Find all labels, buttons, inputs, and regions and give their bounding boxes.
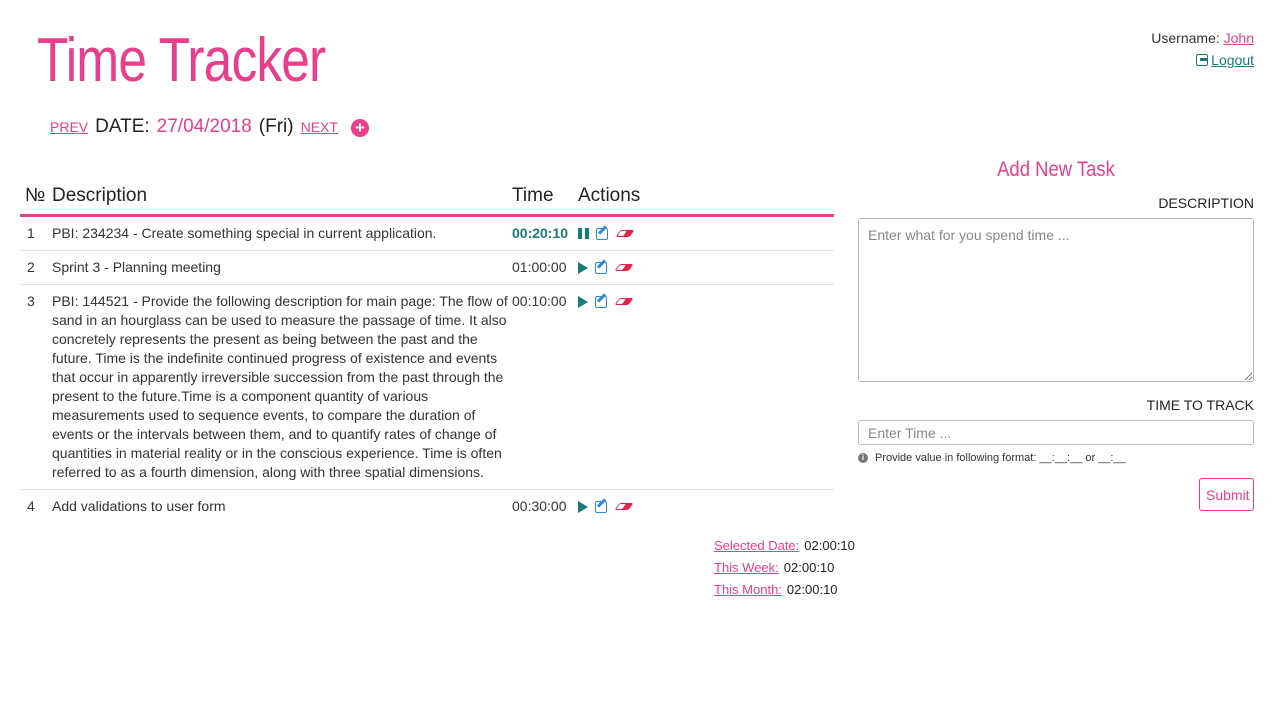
eraser-icon[interactable] xyxy=(614,298,634,305)
table-header: № Description Time Actions xyxy=(20,178,834,217)
this-week-link[interactable]: This Week: xyxy=(714,560,779,575)
task-time: 01:00:00 xyxy=(512,259,567,275)
username-label: Username: xyxy=(1151,30,1220,46)
total-this-month: This Month: 02:00:10 xyxy=(714,579,855,601)
total-this-week: This Week: 02:00:10 xyxy=(714,557,855,579)
time-input[interactable] xyxy=(858,420,1254,445)
total-selected-date: Selected Date: 02:00:10 xyxy=(714,535,855,557)
submit-button[interactable]: Submit xyxy=(1199,478,1254,511)
task-description: PBI: 234234 - Create something special i… xyxy=(52,225,437,241)
description-label: DESCRIPTION xyxy=(1158,195,1254,211)
play-icon[interactable] xyxy=(578,295,588,308)
column-header-description: Description xyxy=(52,185,148,206)
play-icon[interactable] xyxy=(578,500,588,513)
task-actions xyxy=(578,292,834,311)
date-label: DATE: xyxy=(95,116,150,137)
format-hint-text: Provide value in following format: __:__… xyxy=(875,452,1126,464)
task-table: № Description Time Actions 1 PBI: 234234… xyxy=(20,178,834,523)
logout-link[interactable]: Logout xyxy=(1211,52,1254,68)
eraser-icon[interactable] xyxy=(615,230,635,237)
edit-icon[interactable] xyxy=(595,295,607,308)
table-row: 3 PBI: 144521 - Provide the following de… xyxy=(20,285,834,490)
task-time: 00:20:10 xyxy=(512,225,569,241)
row-number: 2 xyxy=(27,259,35,275)
app-title: Time Tracker xyxy=(37,26,326,95)
format-hint: i Provide value in following format: __:… xyxy=(858,452,1126,464)
row-number: 4 xyxy=(27,498,35,514)
column-header-actions: Actions xyxy=(578,185,641,206)
task-description: PBI: 144521 - Provide the following desc… xyxy=(52,293,508,480)
eraser-icon[interactable] xyxy=(614,264,634,271)
task-actions xyxy=(578,224,834,243)
time-to-track-label: TIME TO TRACK xyxy=(1146,397,1254,413)
this-month-total: 02:00:10 xyxy=(786,582,838,597)
logout-line: Logout xyxy=(1151,49,1254,71)
table-row: 2 Sprint 3 - Planning meeting 01:00:00 xyxy=(20,251,834,285)
task-time: 00:30:00 xyxy=(512,498,567,514)
username-link[interactable]: John xyxy=(1224,30,1254,46)
logout-icon[interactable] xyxy=(1196,54,1209,66)
column-header-number: № xyxy=(25,185,46,206)
description-input[interactable] xyxy=(858,218,1254,382)
this-week-total: 02:00:10 xyxy=(783,560,835,575)
column-header-time: Time xyxy=(512,185,554,206)
eraser-icon[interactable] xyxy=(614,503,634,510)
info-icon: i xyxy=(858,453,868,463)
selected-date-link[interactable]: Selected Date: xyxy=(714,538,799,553)
edit-icon[interactable] xyxy=(595,261,607,274)
next-day-link[interactable]: NEXT xyxy=(301,119,338,135)
task-actions xyxy=(578,258,834,277)
table-row: 4 Add validations to user form 00:30:00 xyxy=(20,490,834,523)
row-number: 1 xyxy=(27,225,35,241)
task-description: Sprint 3 - Planning meeting xyxy=(52,259,221,275)
date-navigation: PREV DATE: 27/04/2018 (Fri) NEXT + xyxy=(50,116,369,140)
selected-date-total: 02:00:10 xyxy=(804,538,855,553)
pause-icon[interactable] xyxy=(578,228,589,239)
table-row: 1 PBI: 234234 - Create something special… xyxy=(20,217,834,251)
task-actions xyxy=(578,497,834,516)
username-line: Username: John xyxy=(1151,27,1254,49)
row-number: 3 xyxy=(27,293,35,309)
this-month-link[interactable]: This Month: xyxy=(714,582,782,597)
time-totals: Selected Date: 02:00:10 This Week: 02:00:1… xyxy=(714,535,855,601)
plus-circle-icon[interactable]: + xyxy=(350,118,369,137)
play-icon[interactable] xyxy=(578,261,588,274)
edit-icon[interactable] xyxy=(596,227,608,240)
user-box: Username: John Logout xyxy=(1151,27,1254,71)
edit-icon[interactable] xyxy=(595,500,607,513)
task-description: Add validations to user form xyxy=(52,498,226,514)
task-time: 00:10:00 xyxy=(512,293,567,309)
form-title: Add New Task xyxy=(997,158,1115,181)
prev-day-link[interactable]: PREV xyxy=(50,119,88,135)
current-day: (Fri) xyxy=(258,116,294,137)
current-date: 27/04/2018 xyxy=(156,116,252,137)
